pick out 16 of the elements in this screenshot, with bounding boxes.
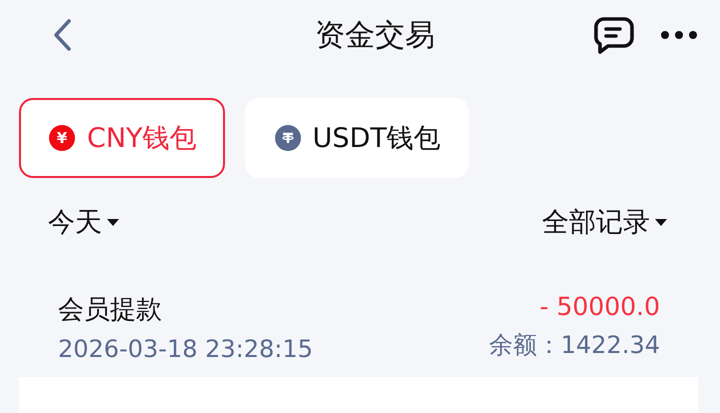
wallet-tab[interactable]: USDT钱包 [244, 98, 469, 178]
type-filter[interactable]: 全部记录 [542, 204, 668, 240]
page-title: 资金交易 [314, 16, 436, 54]
yuan-coin-icon: ¥ [49, 125, 75, 151]
caret-icon [654, 218, 668, 226]
caret-icon [106, 218, 120, 226]
tether-coin-icon [274, 125, 301, 151]
wallet-tab[interactable]: ¥ CNY钱包 [19, 98, 225, 178]
record-title: 会员提款 [58, 294, 163, 327]
message-icon[interactable] [594, 16, 634, 54]
back-icon[interactable] [52, 18, 72, 52]
record-amount: - 50000.0 [540, 292, 660, 321]
record-time: 2026-03-18 23:28:15 [58, 335, 313, 363]
record-balance: 余额：1422.34 [488, 330, 660, 361]
date-filter[interactable]: 今天 [48, 204, 120, 240]
more-icon[interactable] [660, 30, 698, 40]
